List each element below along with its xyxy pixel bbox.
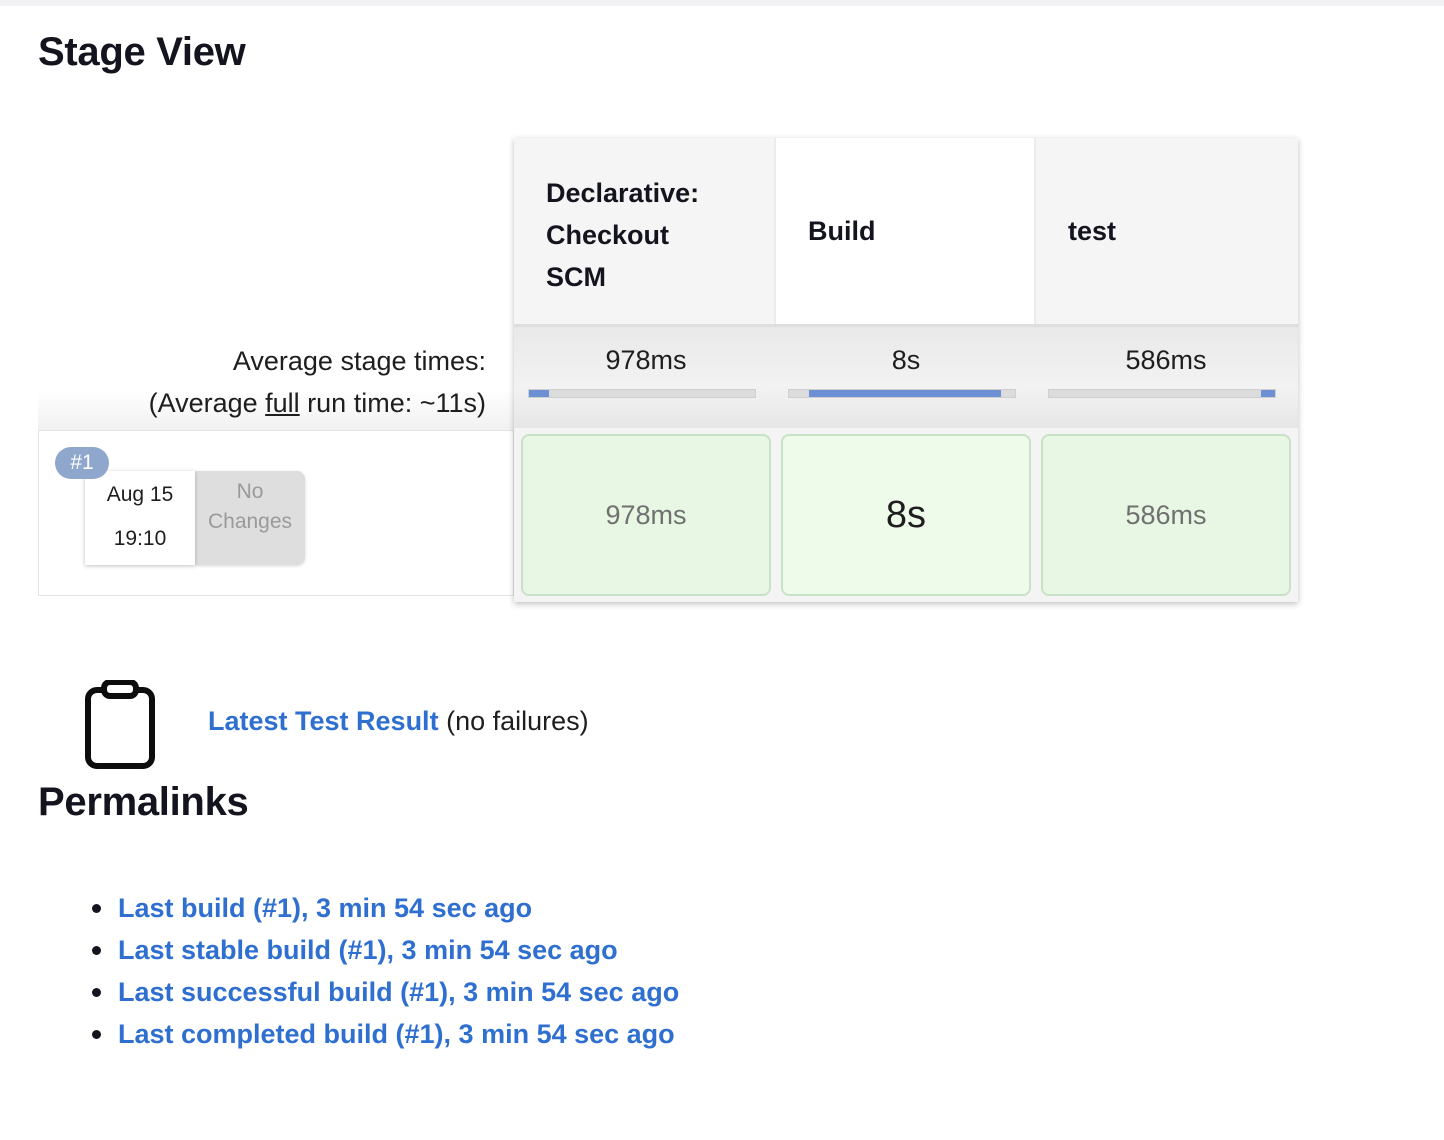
stage-cell-build[interactable]: 8s <box>781 434 1031 596</box>
avg-time-bar <box>1048 389 1276 398</box>
avg-cell-build: 8s <box>776 327 1036 431</box>
avg-time-bar <box>528 389 756 398</box>
page-title: Stage View <box>38 30 246 74</box>
build-time: 19:10 <box>113 527 167 550</box>
test-result-line: Latest Test Result (no failures) <box>208 706 589 737</box>
stage-header-build: Build <box>776 138 1034 324</box>
changes-line-2: Changes <box>207 510 293 533</box>
permalink-last-successful-build[interactable]: Last successful build (#1), 3 min 54 sec… <box>118 977 679 1007</box>
permalinks-title: Permalinks <box>38 780 249 824</box>
avg-full-run-time: (Average full run time: ~11s) <box>148 388 486 418</box>
average-stage-times-label: Average stage times: (Average full run t… <box>38 330 514 430</box>
top-bar <box>0 0 1444 6</box>
list-item: Last completed build (#1), 3 min 54 sec … <box>90 1014 679 1056</box>
stage-view-table: Declarative: Checkout SCM Build test 978… <box>514 138 1298 602</box>
stage-cell-checkout-scm[interactable]: 978ms <box>521 434 771 596</box>
build-number-badge[interactable]: #1 <box>55 447 109 479</box>
permalinks-list: Last build (#1), 3 min 54 sec ago Last s… <box>90 888 679 1056</box>
test-result-note: (no failures) <box>446 706 589 736</box>
list-item: Last build (#1), 3 min 54 sec ago <box>90 888 679 930</box>
full-run-link[interactable]: full <box>265 388 300 418</box>
stage-header-checkout-scm: Declarative: Checkout SCM <box>514 138 774 324</box>
avg-time-bar-fill <box>809 390 1002 397</box>
permalink-last-completed-build[interactable]: Last completed build (#1), 3 min 54 sec … <box>118 1019 675 1049</box>
permalink-last-build[interactable]: Last build (#1), 3 min 54 sec ago <box>118 893 532 923</box>
list-item: Last successful build (#1), 3 min 54 sec… <box>90 972 679 1014</box>
permalink-last-stable-build[interactable]: Last stable build (#1), 3 min 54 sec ago <box>118 935 618 965</box>
build-row: #1 Aug 15 19:10 No Changes <box>38 430 514 596</box>
avg-time-bar <box>788 389 1016 398</box>
average-times-row: 978ms 8s 586ms <box>514 324 1298 428</box>
build-date-card[interactable]: Aug 15 19:10 <box>85 471 195 565</box>
avg-time-bar-fill <box>1261 390 1275 397</box>
changes-box[interactable]: No Changes <box>195 471 305 565</box>
run-row: 978ms 8s 586ms <box>514 428 1298 602</box>
clipboard-icon <box>85 680 155 769</box>
changes-line-1: No <box>236 480 264 503</box>
list-item: Last stable build (#1), 3 min 54 sec ago <box>90 930 679 972</box>
stage-cell-test[interactable]: 586ms <box>1041 434 1291 596</box>
avg-cell-test: 586ms <box>1036 327 1296 431</box>
stage-header-test: test <box>1036 138 1296 324</box>
build-date: Aug 15 <box>106 483 174 506</box>
avg-cell-checkout-scm: 978ms <box>516 327 776 431</box>
avg-time-bar-fill <box>529 390 550 397</box>
latest-test-result-link[interactable]: Latest Test Result <box>208 706 439 736</box>
avg-label-line1: Average stage times: <box>232 346 486 376</box>
